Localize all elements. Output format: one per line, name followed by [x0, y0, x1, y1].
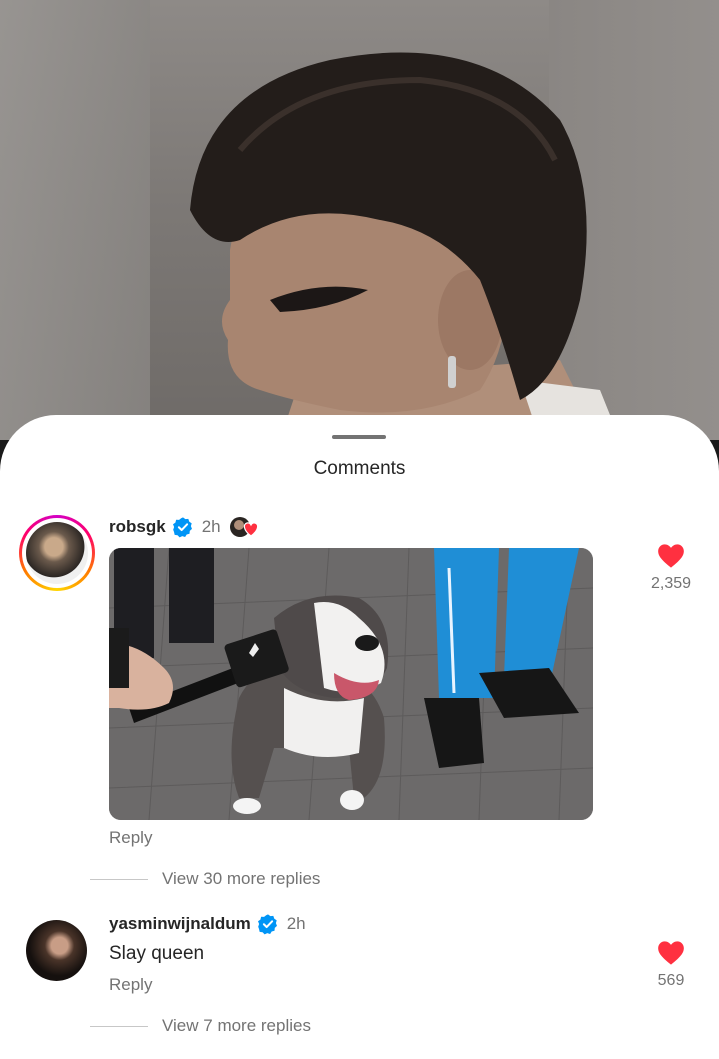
- like-control: 2,359: [636, 543, 706, 593]
- reply-button[interactable]: Reply: [109, 828, 152, 848]
- view-replies-button[interactable]: View 7 more replies: [90, 1016, 311, 1036]
- heart-icon[interactable]: [657, 543, 685, 569]
- reply-button[interactable]: Reply: [109, 975, 152, 995]
- like-count: 2,359: [650, 575, 692, 592]
- sheet-title: Comments: [313, 458, 406, 479]
- like-control: 569: [636, 940, 706, 990]
- comment-header: yasminwijnaldum 2h: [109, 912, 306, 936]
- reply-divider-line: [90, 878, 148, 880]
- view-replies-label: View 7 more replies: [162, 1016, 311, 1035]
- reply-divider-line: [90, 1025, 148, 1027]
- view-replies-button[interactable]: View 30 more replies: [90, 869, 320, 889]
- view-replies-label: View 30 more replies: [162, 869, 321, 888]
- comment-text: Slay queen: [109, 943, 205, 964]
- username[interactable]: robsgk: [109, 517, 166, 537]
- avatar: [26, 522, 88, 584]
- comment-time: 2h: [201, 517, 221, 536]
- gif-image: [109, 548, 593, 820]
- comments-sheet: Comments robsgk 2h Reply 2,359 View 30 m…: [0, 415, 719, 1059]
- verified-badge-icon: [172, 517, 192, 538]
- heart-icon[interactable]: [657, 940, 685, 966]
- verified-badge-icon: [257, 914, 277, 935]
- comment-header: robsgk 2h: [109, 515, 261, 539]
- comment-gif[interactable]: [109, 548, 593, 820]
- avatar[interactable]: [26, 920, 87, 981]
- post-background-photo: [0, 0, 719, 440]
- username[interactable]: yasminwijnaldum: [109, 914, 251, 934]
- avatar-story-ring[interactable]: [19, 515, 95, 591]
- drag-handle[interactable]: [332, 435, 386, 439]
- comment-time: 2h: [286, 914, 306, 933]
- like-count: 569: [657, 972, 685, 989]
- liked-by-creator-icon: [229, 515, 261, 539]
- portrait-figure: [190, 52, 620, 440]
